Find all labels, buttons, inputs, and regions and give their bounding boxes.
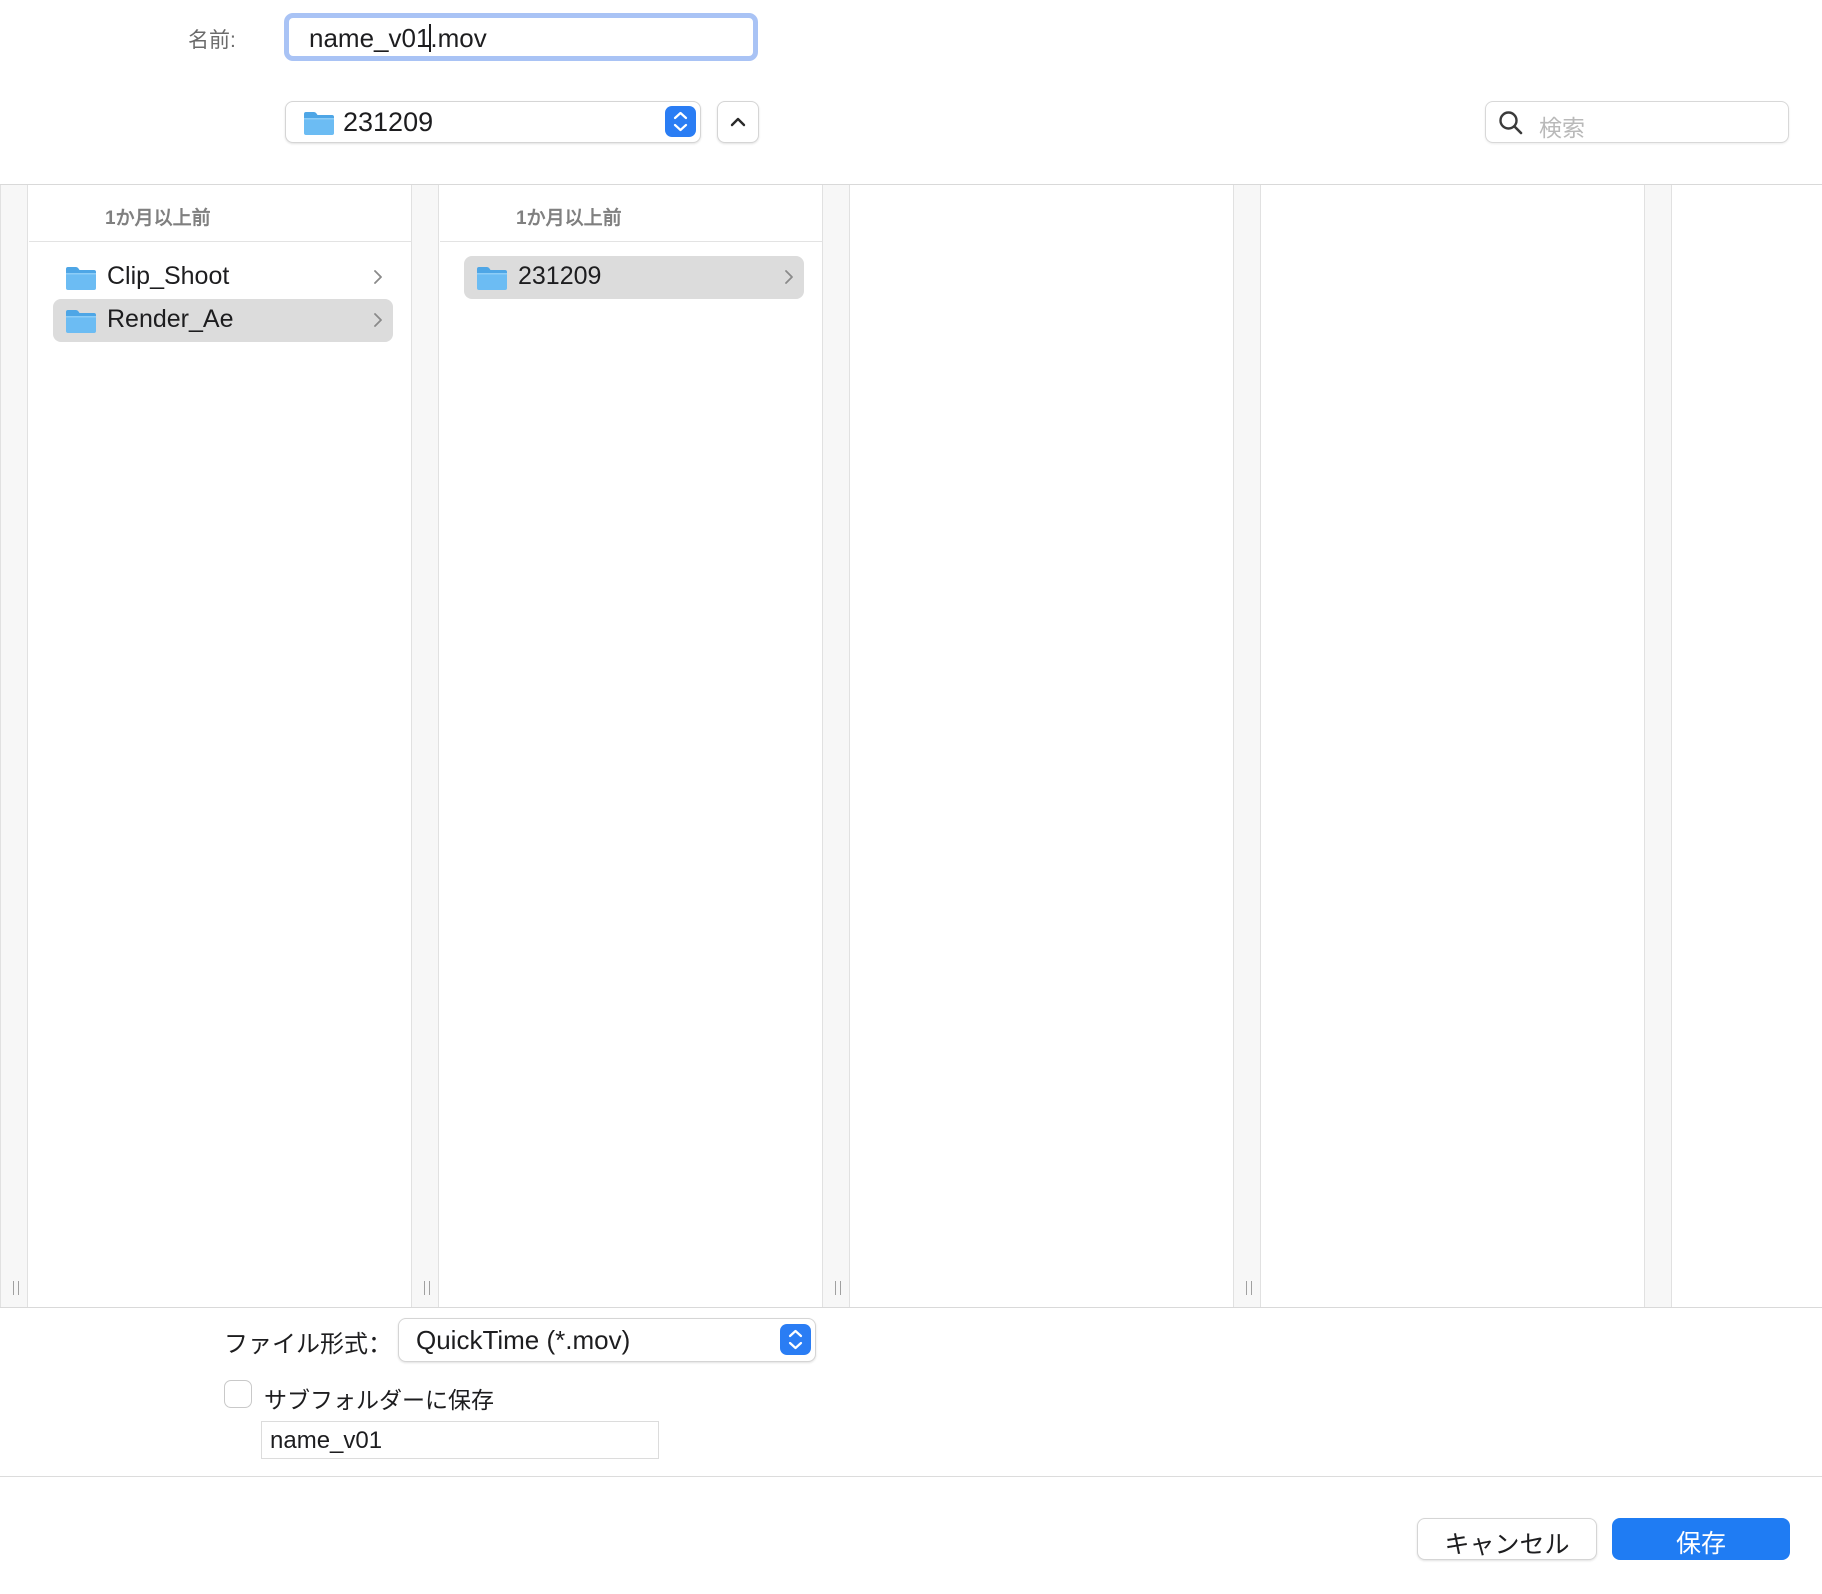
list-item[interactable]: Clip_Shoot	[53, 256, 393, 299]
column-resize-handle[interactable]	[411, 185, 439, 1307]
popup-stepper-icon	[665, 106, 696, 137]
filename-text-after-caret: .mov	[430, 23, 487, 53]
save-to-subfolder-label: サブフォルダーに保存	[264, 1387, 494, 1413]
browser-column-4	[1262, 185, 1644, 1307]
column-resize-handle[interactable]	[822, 185, 850, 1307]
file-format-popup[interactable]: QuickTime (*.mov)	[398, 1318, 816, 1362]
column-header: 1か月以上前	[440, 185, 822, 242]
search-input[interactable]: 検索	[1485, 101, 1789, 143]
list-item-label: Clip_Shoot	[107, 262, 230, 290]
subfolder-name-input[interactable]: name_v01	[261, 1421, 659, 1459]
folder-icon	[65, 308, 97, 339]
column-resize-handle[interactable]	[0, 185, 28, 1307]
browser-column-3	[851, 185, 1233, 1307]
list-item-label: Render_Ae	[107, 305, 234, 333]
filename-input[interactable]: name_v01.mov	[284, 13, 758, 61]
cancel-button[interactable]: キャンセル	[1417, 1518, 1597, 1560]
list-item-label: 231209	[518, 262, 602, 290]
browser-column-2: 1か月以上前 231209	[440, 185, 822, 1307]
column-browser[interactable]: 1か月以上前 Clip_Shoot Render_Ae 1か月以上前 23120…	[0, 184, 1822, 1308]
save-button[interactable]: 保存	[1612, 1518, 1790, 1560]
column-header: 1か月以上前	[29, 185, 411, 242]
chevron-right-icon	[784, 269, 794, 290]
location-popup[interactable]: 231209	[285, 101, 701, 143]
grip-icon	[13, 1281, 19, 1295]
save-to-subfolder-checkbox[interactable]	[224, 1380, 252, 1408]
chevron-right-icon	[373, 269, 383, 290]
grip-icon	[835, 1281, 841, 1295]
grip-icon	[1246, 1281, 1252, 1295]
expand-collapse-button[interactable]	[717, 101, 759, 143]
list-item[interactable]: Render_Ae	[53, 299, 393, 342]
name-label: 名前:	[188, 29, 236, 52]
browser-column-1: 1か月以上前 Clip_Shoot Render_Ae	[29, 185, 411, 1307]
location-folder-name: 231209	[343, 107, 434, 137]
chevron-up-icon	[730, 117, 746, 127]
grip-icon	[424, 1281, 430, 1295]
divider	[0, 1476, 1822, 1477]
search-placeholder: 検索	[1539, 115, 1585, 141]
folder-icon	[303, 110, 335, 141]
search-icon	[1499, 111, 1523, 135]
folder-icon	[65, 265, 97, 296]
file-format-label: ファイル形式：	[224, 1331, 392, 1358]
column-resize-handle[interactable]	[1644, 185, 1672, 1307]
chevron-right-icon	[373, 312, 383, 333]
popup-stepper-icon	[780, 1324, 811, 1355]
folder-icon	[476, 265, 508, 296]
list-item[interactable]: 231209	[464, 256, 804, 299]
file-format-value: QuickTime (*.mov)	[416, 1325, 631, 1355]
column-resize-handle[interactable]	[1233, 185, 1261, 1307]
filename-text-before-caret: name_v01	[309, 23, 431, 53]
